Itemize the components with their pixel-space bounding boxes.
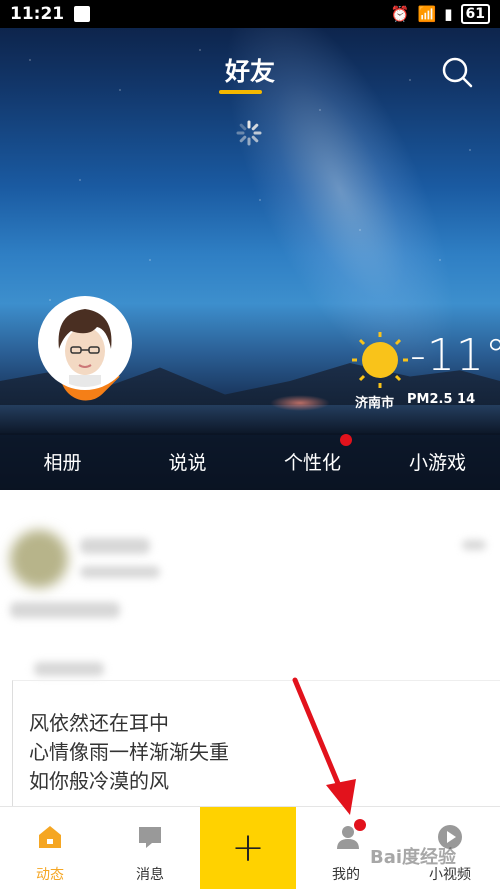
- horizon-glow: [270, 395, 330, 411]
- tab-personalize[interactable]: 个性化: [250, 434, 375, 475]
- loading-spinner-icon: [236, 120, 262, 146]
- nav-messages[interactable]: 消息: [100, 807, 200, 889]
- tab-albums[interactable]: 相册: [0, 448, 125, 475]
- weather-pm25: PM2.5 14: [407, 392, 476, 407]
- status-bar: 11:21 ⏰ 📶 ▮ 61: [0, 0, 500, 28]
- plus-icon: +: [231, 825, 265, 871]
- blurred-text: [10, 602, 120, 618]
- post-text: 风依然还在耳中 心情像雨一样渐渐失重 如你般冷漠的风: [29, 709, 229, 796]
- watermark: Bai度经验: [370, 847, 457, 868]
- avatar[interactable]: [38, 296, 132, 411]
- title-underline: [219, 90, 262, 94]
- post-line: 如你般冷漠的风: [29, 769, 169, 793]
- tab-label: 说说: [168, 452, 207, 474]
- tab-label: 个性化: [283, 452, 341, 474]
- tab-moments[interactable]: 说说: [125, 448, 250, 475]
- home-icon: [39, 826, 61, 848]
- battery-icon: 61: [460, 4, 490, 24]
- search-icon[interactable]: [440, 55, 474, 89]
- tab-games[interactable]: 小游戏: [375, 448, 500, 475]
- weather-city: 济南市: [355, 396, 395, 411]
- tab-label: 相册: [43, 452, 82, 474]
- blurred-text: [80, 566, 160, 578]
- post-line: 风依然还在耳中: [29, 711, 169, 735]
- annotation-arrow: [292, 677, 356, 815]
- blurred-text: [34, 662, 104, 676]
- feed-avatar[interactable]: [10, 530, 68, 588]
- nav-feed[interactable]: 动态: [0, 807, 100, 889]
- weather-temperature: -11°: [410, 330, 500, 381]
- status-time: 11:21: [10, 4, 65, 24]
- tab-label: 小游戏: [408, 452, 466, 474]
- sun-icon: [352, 332, 408, 388]
- add-post-button[interactable]: +: [200, 807, 296, 889]
- battery-level: 61: [465, 6, 485, 22]
- notification-icon: [74, 6, 91, 22]
- feed[interactable]: 风依然还在耳中 心情像雨一样渐渐失重 如你般冷漠的风: [0, 490, 500, 806]
- hero-tabs: 相册 说说 个性化 小游戏: [0, 433, 500, 490]
- wifi-icon: 📶: [417, 5, 437, 23]
- lake: [0, 405, 500, 435]
- signal-icon: ▮: [444, 5, 453, 23]
- post-line: 心情像雨一样渐渐失重: [29, 740, 229, 764]
- avatar-portrait-icon: [41, 299, 129, 387]
- blurred-text: [80, 538, 150, 554]
- avatar-image: [38, 296, 132, 390]
- post-card[interactable]: 风依然还在耳中 心情像雨一样渐渐失重 如你般冷漠的风: [12, 680, 500, 806]
- nav-label: 动态: [36, 867, 64, 883]
- page-title[interactable]: 好友: [0, 52, 500, 88]
- alarm-icon: ⏰: [390, 5, 410, 23]
- new-badge: [340, 434, 352, 446]
- message-icon: [139, 827, 161, 848]
- blurred-text: [462, 540, 486, 550]
- nav-label: 消息: [136, 867, 164, 883]
